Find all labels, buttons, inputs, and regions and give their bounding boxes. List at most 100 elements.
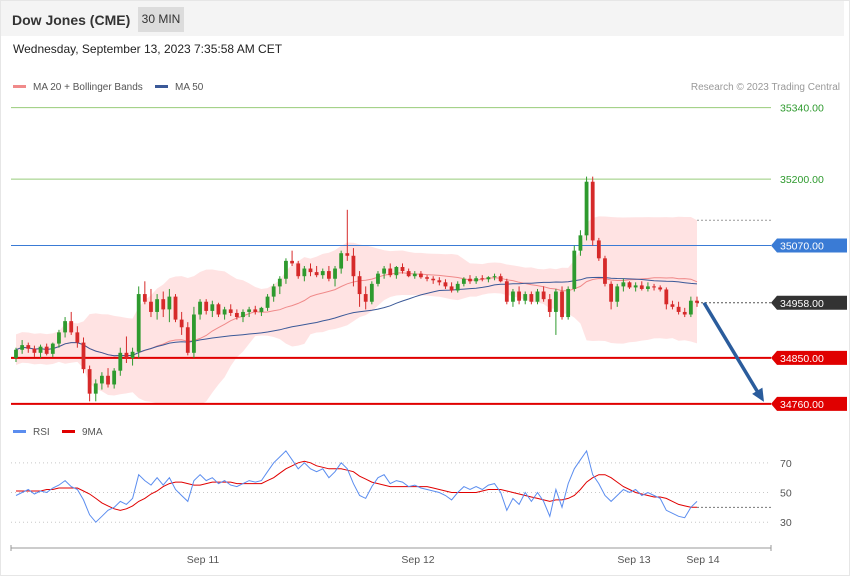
candle-body <box>32 348 37 353</box>
candle-body <box>560 291 564 318</box>
candle-body <box>247 309 252 312</box>
candle-body <box>535 291 540 302</box>
level-label: 35340.00 <box>780 103 824 115</box>
candle-body <box>584 181 589 236</box>
candle-body <box>676 306 681 312</box>
candle-body <box>382 268 387 274</box>
candle-body <box>664 289 669 305</box>
candle-body <box>69 321 74 333</box>
candle-body <box>468 278 472 282</box>
rsi-tick-label: 70 <box>780 458 792 470</box>
x-tick-label: Sep 12 <box>401 554 434 566</box>
candle-body <box>523 294 528 301</box>
candle-body <box>222 309 227 315</box>
candle-body <box>198 301 202 315</box>
candle-body <box>425 277 429 279</box>
ma9-legend-label: 9MA <box>82 427 103 438</box>
candle-body <box>38 346 43 353</box>
candle-body <box>498 276 503 282</box>
candle-body <box>296 263 301 277</box>
candle-body <box>547 299 552 312</box>
rsi-tick-label: 50 <box>780 488 792 500</box>
candle-body <box>419 273 423 278</box>
ma50-legend-swatch <box>155 85 168 88</box>
candle-body <box>376 273 380 284</box>
candle-body <box>688 300 693 315</box>
level-label: 35200.00 <box>780 174 824 186</box>
bollinger-band <box>16 216 697 405</box>
candle-body <box>658 287 663 290</box>
candle-body <box>277 278 282 287</box>
candle-body <box>437 280 442 283</box>
candle-body <box>14 349 18 358</box>
candle-body <box>388 268 393 276</box>
candle-body <box>302 268 307 277</box>
level-label: 34760.00 <box>780 399 824 411</box>
rsi-legend-label: RSI <box>33 427 50 438</box>
ma50-legend-label: MA 50 <box>175 82 204 93</box>
rsi-panel: 70 50 30 <box>11 449 792 529</box>
candle-body <box>142 294 147 302</box>
x-tick-label: Sep 11 <box>187 554 220 566</box>
candle-body <box>259 307 264 312</box>
candle-body <box>695 300 699 303</box>
candle-body <box>369 283 374 302</box>
forecast-arrow <box>702 301 762 397</box>
candle-body <box>333 268 337 279</box>
candle-body <box>210 304 215 311</box>
candle-body <box>271 286 276 297</box>
candle-body <box>345 253 350 256</box>
candle-body <box>449 286 454 291</box>
candle-body <box>241 311 245 318</box>
x-tick-label: Sep 13 <box>617 554 650 566</box>
candle-body <box>161 299 166 310</box>
candle-body <box>308 268 313 273</box>
candle-body <box>339 253 344 269</box>
candle-body <box>646 286 650 289</box>
candle-body <box>633 285 638 288</box>
level-tags-layer: 35340.00 35200.00 35070.00 34850.00 34760.00… <box>702 103 847 411</box>
candle-body <box>179 319 184 328</box>
candle-body <box>63 321 67 333</box>
candle-body <box>234 312 239 318</box>
candle-body <box>173 296 178 320</box>
candle-body <box>320 271 325 276</box>
candle-body <box>486 277 491 280</box>
candle-body <box>455 283 460 291</box>
candle-body <box>314 272 319 276</box>
candle-body <box>596 240 601 259</box>
candle-body <box>529 294 534 302</box>
candle-body <box>167 296 172 310</box>
rsi-line <box>15 449 698 523</box>
candle-body <box>572 250 577 289</box>
candle-body <box>553 291 558 312</box>
candle-body <box>50 343 55 354</box>
candle-body <box>670 304 675 307</box>
candle-body <box>155 299 160 312</box>
candle-body <box>228 309 233 313</box>
rsi-legend-swatch <box>13 430 26 433</box>
candle-body <box>216 304 221 315</box>
level-label: 34850.00 <box>780 353 824 365</box>
candle-body <box>443 282 448 287</box>
candle-body <box>621 282 626 287</box>
candle-body <box>57 332 61 344</box>
bollinger-band-layer <box>16 216 697 405</box>
candle-body <box>130 351 135 358</box>
candle-body <box>504 281 509 302</box>
candle-body <box>511 291 515 302</box>
candle-body <box>400 267 405 272</box>
candle-body <box>639 285 644 289</box>
candle-body <box>99 375 104 384</box>
candle-body <box>627 282 632 288</box>
candle-body <box>578 235 583 251</box>
candle-body <box>609 283 614 302</box>
candle-body <box>474 278 479 282</box>
candle-body <box>93 383 98 394</box>
candle-body <box>431 278 436 281</box>
candle-body <box>81 342 86 370</box>
candle-body <box>44 346 49 354</box>
rsi-tick-label: 30 <box>780 517 792 529</box>
x-tick-label: Sep 14 <box>686 554 719 566</box>
ma9-legend-swatch <box>62 430 75 433</box>
